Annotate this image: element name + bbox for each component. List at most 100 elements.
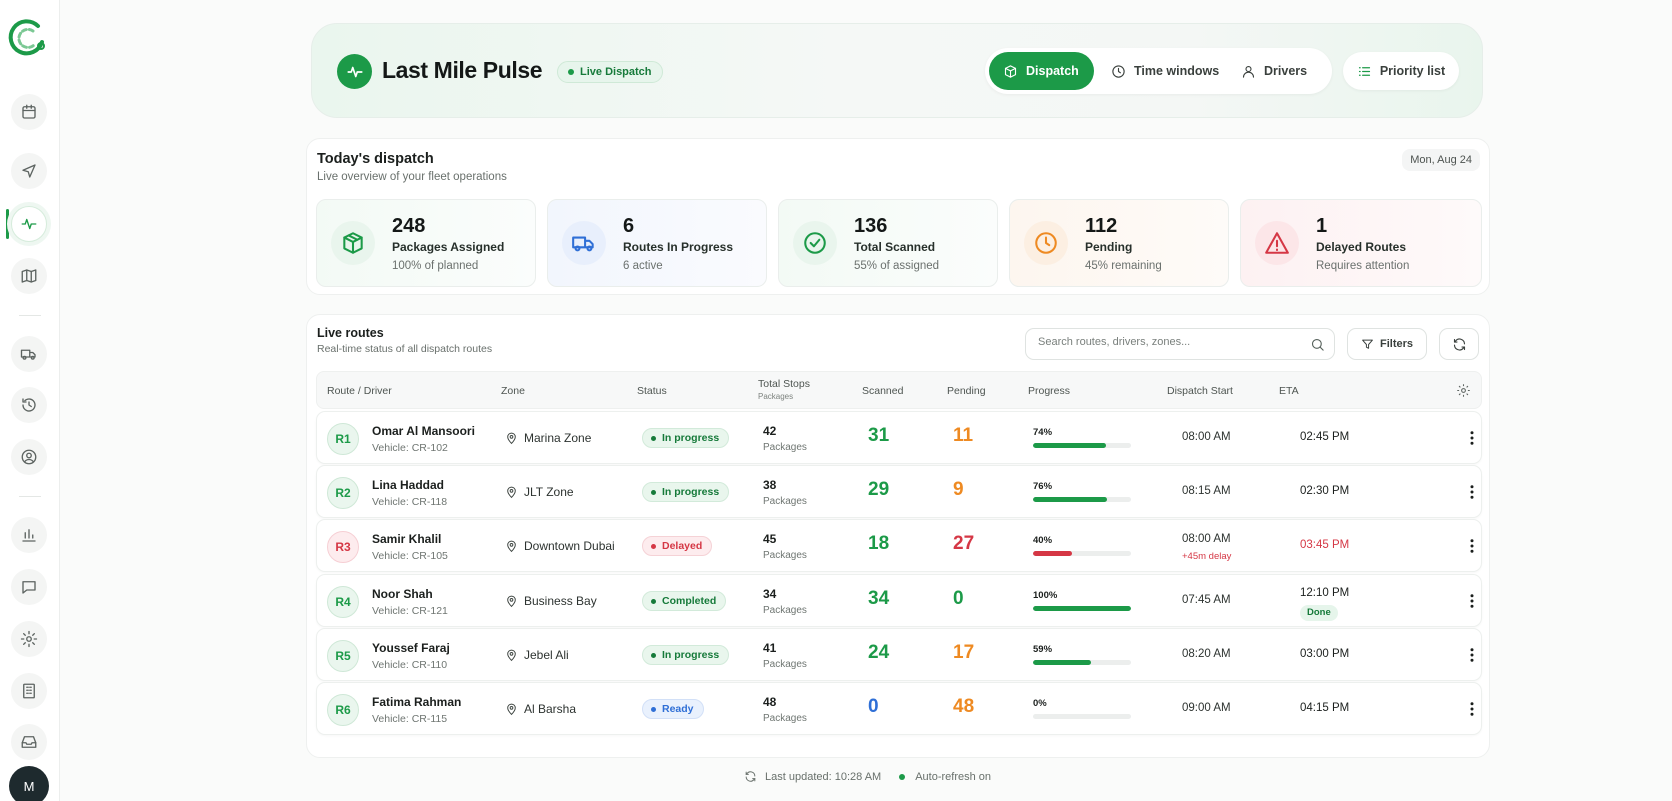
total-stops: 41	[763, 641, 777, 655]
table-row[interactable]: R1 Omar Al Mansoori Vehicle: CR-102 Mari…	[316, 411, 1482, 464]
nav-chat-icon[interactable]	[11, 569, 47, 605]
total-stops: 42	[763, 424, 777, 438]
column-pending[interactable]: Pending	[947, 385, 986, 397]
nav-history-icon[interactable]	[11, 387, 47, 423]
search-input[interactable]	[1038, 336, 1308, 348]
status-footer: Last updated: 10:28 AM Auto-refresh on	[744, 770, 991, 783]
dispatch-start: 08:20 AM	[1182, 648, 1231, 660]
stat-total-scanned[interactable]: 136 Total Scanned 55% of assigned	[778, 199, 998, 287]
brand-logo-icon[interactable]	[4, 16, 48, 60]
zone-cell: Downtown Dubai	[505, 539, 615, 553]
stat-packages-assigned[interactable]: 248 Packages Assigned 100% of planned	[316, 199, 536, 287]
priority-list-button[interactable]: Priority list	[1343, 52, 1459, 90]
stops-unit: Packages	[763, 496, 807, 507]
table-row[interactable]: R3 Samir Khalil Vehicle: CR-105 Downtown…	[316, 519, 1482, 572]
section-subtitle: Live overview of your fleet operations	[317, 171, 507, 183]
progress-bar	[1033, 714, 1131, 719]
scanned-count: 29	[868, 479, 890, 500]
map-pin-icon	[507, 540, 516, 552]
table-row[interactable]: R5 Youssef Faraj Vehicle: CR-110 Jebel A…	[316, 628, 1482, 681]
pending-count: 48	[953, 696, 975, 717]
progress-fill	[1033, 443, 1106, 448]
date-chip[interactable]: Mon, Aug 24	[1402, 149, 1480, 171]
stat-value: 112	[1085, 215, 1118, 237]
search-icon[interactable]	[1310, 337, 1325, 352]
row-menu-icon[interactable]	[1463, 429, 1481, 447]
nav-settings-icon[interactable]	[11, 621, 47, 657]
driver-name: Omar Al Mansoori	[372, 424, 475, 438]
column-progress[interactable]: Progress	[1028, 385, 1070, 397]
row-menu-icon[interactable]	[1463, 537, 1481, 555]
status-badge: In progress	[642, 645, 730, 665]
column-status[interactable]: Status	[637, 385, 667, 397]
column-sublabel: Packages	[758, 392, 794, 401]
live-routes-card: Live routes Real-time status of all disp…	[306, 314, 1490, 758]
column-eta[interactable]: ETA	[1279, 385, 1299, 397]
zone-cell: Marina Zone	[505, 431, 591, 445]
stat-label: Packages Assigned	[392, 240, 505, 254]
refresh-icon	[1453, 338, 1465, 350]
nav-inbox-icon[interactable]	[11, 724, 47, 760]
nav-navigation-icon[interactable]	[11, 153, 47, 189]
filters-button[interactable]: Filters	[1347, 328, 1427, 360]
zone-cell: Al Barsha	[505, 702, 576, 716]
progress-percent: 0%	[1033, 698, 1047, 709]
filter-icon	[1362, 339, 1373, 349]
column-zone[interactable]: Zone	[501, 385, 525, 397]
nav-map-icon[interactable]	[11, 258, 47, 294]
column-dispatch-start[interactable]: Dispatch Start	[1167, 385, 1233, 397]
row-menu-icon[interactable]	[1463, 700, 1481, 718]
eta: 02:30 PM	[1300, 485, 1350, 497]
tab-dispatch[interactable]: Dispatch	[989, 52, 1094, 90]
user-avatar[interactable]: M	[9, 766, 49, 801]
stat-subtext: Requires attention	[1316, 260, 1410, 272]
stops-unit: Packages	[763, 659, 807, 670]
scanned-count: 24	[868, 642, 890, 663]
column-scanned[interactable]: Scanned	[862, 385, 903, 397]
nav-pulse-icon[interactable]	[11, 206, 47, 242]
column-route-driver[interactable]: Route / Driver	[327, 385, 392, 397]
table-header: Route / Driver Zone Status Total Stops P…	[316, 371, 1482, 409]
tab-time-windows[interactable]: Time windows	[1097, 52, 1233, 90]
tab-drivers[interactable]: Drivers	[1227, 52, 1321, 90]
vehicle-id: Vehicle: CR-118	[372, 496, 448, 508]
pending-count: 27	[953, 533, 975, 554]
route-badge: R2	[327, 477, 359, 509]
section-subtitle: Real-time status of all dispatch routes	[317, 343, 493, 355]
scanned-count: 18	[868, 533, 890, 554]
column-total-stops[interactable]: Total Stops Packages	[758, 378, 810, 401]
column-settings-icon[interactable]	[1456, 383, 1471, 398]
stat-value: 6	[623, 215, 635, 237]
dispatch-start: 08:00 AM	[1182, 533, 1231, 545]
table-row[interactable]: R4 Noor Shah Vehicle: CR-121 Business Ba…	[316, 574, 1482, 627]
nav-building-icon[interactable]	[11, 673, 47, 709]
table-row[interactable]: R6 Fatima Rahman Vehicle: CR-115 Al Bars…	[316, 682, 1482, 735]
nav-bar-chart-icon[interactable]	[11, 517, 47, 553]
row-menu-icon[interactable]	[1463, 592, 1481, 610]
truck-icon	[562, 221, 606, 265]
stat-delayed-routes[interactable]: 1 Delayed Routes Requires attention	[1240, 199, 1482, 287]
nav-truck-icon[interactable]	[11, 336, 47, 372]
refresh-button[interactable]	[1439, 328, 1479, 360]
scanned-count: 34	[868, 588, 890, 609]
status-badge: Ready	[642, 699, 704, 719]
pending-count: 17	[953, 642, 975, 663]
header-tabs: Dispatch Time windows Drivers	[985, 48, 1332, 94]
check-circle-icon	[793, 221, 837, 265]
vehicle-id: Vehicle: CR-105	[372, 550, 448, 562]
auto-refresh-dot	[899, 773, 906, 780]
alert-triangle-icon	[1255, 221, 1299, 265]
nav-calendar-icon[interactable]	[11, 94, 47, 130]
row-menu-icon[interactable]	[1463, 646, 1481, 664]
progress-fill	[1033, 606, 1131, 611]
stat-routes-in-progress[interactable]: 6 Routes In Progress 6 active	[547, 199, 767, 287]
app-header: Last Mile Pulse Live Dispatch Dispatch T…	[311, 23, 1483, 118]
nav-user-circle-icon[interactable]	[11, 439, 47, 475]
user-icon	[1242, 65, 1255, 78]
table-row[interactable]: R2 Lina Haddad Vehicle: CR-118 JLT Zone …	[316, 465, 1482, 518]
row-menu-icon[interactable]	[1463, 483, 1481, 501]
stat-pending[interactable]: 112 Pending 45% remaining	[1009, 199, 1229, 287]
zone-name: JLT Zone	[524, 485, 574, 499]
stops-unit: Packages	[763, 550, 807, 561]
stat-label: Total Scanned	[854, 240, 936, 254]
